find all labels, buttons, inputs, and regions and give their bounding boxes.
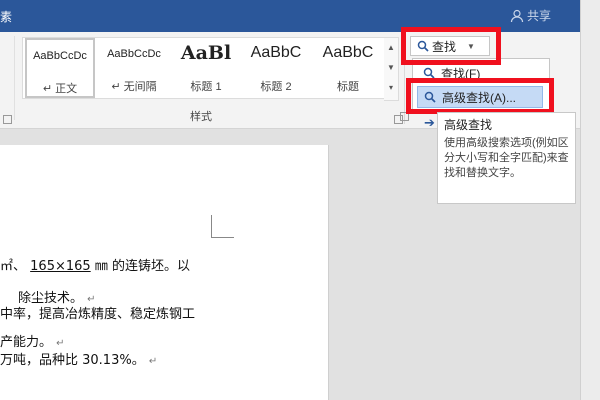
clipboard-dialog-launcher-icon[interactable] [3,115,12,124]
style-preview: AaBbC [250,44,302,61]
style-title[interactable]: AaBbC 标题 [313,38,383,98]
style-preview: AaBbC [322,44,374,61]
text-run: ㎜ [94,259,108,274]
tooltip-title: 高级查找 [444,118,493,132]
previous-group-edge [0,36,15,120]
text-run: 产能力。 [0,335,53,350]
style-heading-2[interactable]: AaBbC 标题 2 [241,38,311,98]
title-bar: 素 共享 [0,0,600,32]
vertical-scrollbar[interactable] [580,0,600,400]
style-preview: AaBl [180,42,232,64]
return-mark: ↵ [148,356,158,367]
margin-corner-mark [211,215,234,238]
return-mark: ↵ [56,338,65,349]
tooltip: 高级查找 使用高级搜索选项(例如区分大小写和全字匹配)来查找和替换文字。 [437,112,576,204]
doc-line-3: 中率，提高冶炼精度、稳定炼钢工 [0,303,195,322]
share-label: 共享 [527,9,552,23]
highlight-find-button [401,27,501,65]
document-page[interactable]: ㎡、 165×165 ㎜ 的连铸坯。以 除尘技术。 ↵ 中率，提高冶炼精度、稳定… [0,145,329,400]
text-run: ㎡、 [0,259,27,274]
style-label: ↵ 正文 [42,83,78,95]
text-run: 万吨，品种比 30.13%。 [0,353,145,368]
gallery-scroll[interactable]: ▲ ▼ ▾ [384,37,399,101]
styles-gallery: AaBbCcDc ↵ 正文 AaBbCcDc ↵ 无间隔 AaBl 标题 1 A… [22,37,386,99]
doc-line-5: 万吨，品种比 30.13%。 ↵ [0,349,157,368]
style-label: ↵ 无间隔 [111,81,157,93]
person-icon [510,9,524,22]
styles-group-label: 样式 [190,111,212,123]
style-no-spacing[interactable]: AaBbCcDc ↵ 无间隔 [99,38,169,98]
tooltip-body: 使用高级搜索选项(例如区分大小写和全字匹配)来查找和替换文字。 [444,137,569,179]
scroll-up-icon[interactable]: ▲ [384,38,398,58]
style-preview: AaBbCcDc [107,48,161,60]
doc-line-1: ㎡、 165×165 ㎜ 的连铸坯。以 [0,255,190,274]
share-button[interactable]: 共享 [510,7,551,24]
text-run: 中率，提高冶炼精度、稳定炼钢工 [0,307,196,322]
style-normal[interactable]: AaBbCcDc ↵ 正文 [25,38,95,98]
scroll-down-icon[interactable]: ▼ [384,58,398,78]
doc-line-4: 产能力。 ↵ [0,331,65,350]
window-title: 素 [0,10,13,24]
style-label: 标题 [337,81,359,93]
arrow-right-icon: ➔ [424,115,435,130]
style-label: 标题 2 [260,81,292,93]
gallery-more-icon[interactable]: ▾ [384,78,398,98]
text-run-underlined: 165×165 [30,259,91,274]
style-heading-1[interactable]: AaBl 标题 1 [173,38,239,98]
highlight-advanced-find [406,78,554,114]
style-preview: AaBbCcDc [33,50,87,62]
style-label: 标题 1 [190,81,222,93]
text-run: 的连铸坯。以 [111,259,190,274]
